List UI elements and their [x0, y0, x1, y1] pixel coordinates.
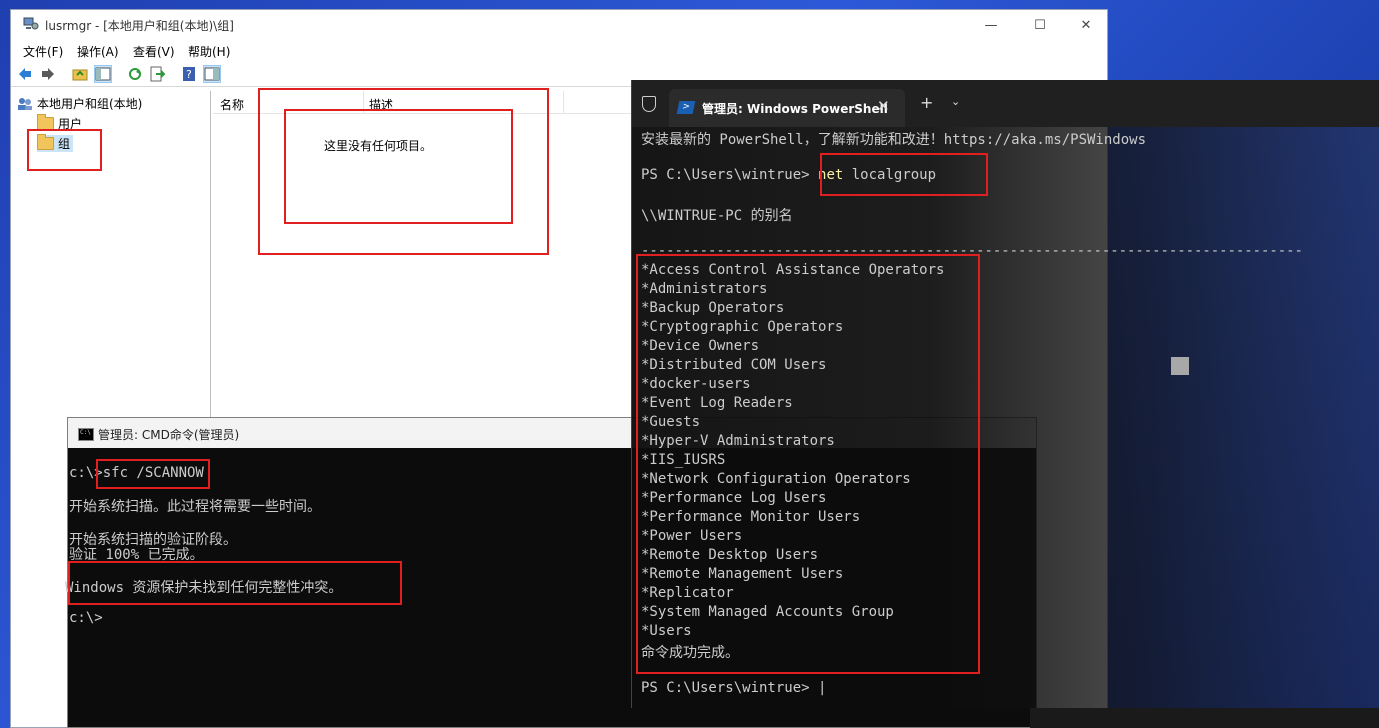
tab-close-icon[interactable]: ✕ — [877, 97, 890, 115]
ps-prompt: PS C:\Users\wintrue> — [641, 167, 810, 183]
ps-group-item: *System Managed Accounts Group — [641, 604, 894, 620]
column-header: 名称 描述 — [213, 91, 633, 114]
powershell-icon: > — [676, 101, 696, 114]
ps-group-item: *Replicator — [641, 585, 734, 601]
tab-powershell[interactable]: > 管理员: Windows PowerShell ✕ — [669, 89, 905, 127]
close-button[interactable]: ✕ — [1063, 10, 1109, 40]
ps-group-item: *Cryptographic Operators — [641, 319, 844, 335]
ps-group-item: *Remote Desktop Users — [641, 547, 819, 563]
cmd-prompt: c:\> — [69, 465, 103, 481]
ps-group-item: *Power Users — [641, 528, 743, 544]
admin-shield-icon — [642, 96, 656, 112]
ps-group-item: *Guests — [641, 414, 701, 430]
folder-icon — [37, 134, 54, 150]
cmd-output-line: 开始系统扫描。此过程将需要一些时间。 — [69, 499, 321, 515]
tree-item-groups[interactable]: 组 — [37, 134, 74, 152]
ps-group-item: *docker-users — [641, 376, 751, 392]
ps-group-item: *Backup Operators — [641, 300, 785, 316]
ps-group-item: *Distributed COM Users — [641, 357, 827, 373]
refresh-icon[interactable] — [127, 66, 143, 82]
ps-group-item: *Remote Management Users — [641, 566, 844, 582]
menu-view[interactable]: 查看(V) — [133, 43, 175, 60]
menu-action[interactable]: 操作(A) — [77, 43, 119, 60]
ps-command-word: net — [818, 167, 844, 183]
tree-item-label: 组 — [58, 137, 71, 151]
gray-square — [1171, 357, 1189, 375]
empty-message: 这里没有任何项目。 — [323, 139, 432, 153]
menu-file[interactable]: 文件(F) — [23, 43, 63, 60]
terminal-tabbar[interactable]: > 管理员: Windows PowerShell ✕ + ⌄ — [632, 80, 1379, 127]
ps-group-item: *Hyper-V Administrators — [641, 433, 835, 449]
cmd-title: 管理员: CMD命令(管理员) — [98, 428, 240, 442]
users-groups-icon — [18, 97, 32, 110]
ps-group-item: *Access Control Assistance Operators — [641, 262, 945, 278]
ps-group-item: *Performance Monitor Users — [641, 509, 861, 525]
result-pane: 名称 描述 这里没有任何项目。 — [213, 91, 633, 431]
column-divider[interactable] — [363, 91, 364, 113]
ps-alias-header: \\WINTRUE-PC 的别名 — [641, 208, 793, 224]
ps-success-line: 命令成功完成。 — [641, 645, 739, 661]
ps-group-item: *Network Configuration Operators — [641, 471, 911, 487]
cmd-icon — [78, 428, 94, 441]
column-name[interactable]: 名称 — [220, 96, 244, 113]
cmd-output-line: 验证 100% 已完成。 — [69, 547, 204, 563]
column-description[interactable]: 描述 — [369, 96, 393, 113]
ps-group-item: *Event Log Readers — [641, 395, 793, 411]
back-arrow-icon[interactable] — [17, 66, 33, 82]
forward-arrow-icon[interactable] — [40, 66, 56, 82]
folder-icon — [37, 114, 54, 130]
ps-group-item: *Administrators — [641, 281, 768, 297]
ps-command-arg: localgroup — [851, 167, 937, 183]
ps-group-item: *Device Owners — [641, 338, 760, 354]
powershell-console[interactable]: 安装最新的 PowerShell，了解新功能和改进！https://aka.ms… — [632, 127, 1379, 708]
help-icon[interactable]: ? — [181, 66, 197, 82]
ps-banner: 安装最新的 PowerShell，了解新功能和改进！https://aka.ms… — [641, 132, 1147, 148]
maximize-button[interactable]: ☐ — [1017, 10, 1063, 40]
cmd-prompt: c:\> — [69, 610, 103, 626]
window-title: lusrmgr - [本地用户和组(本地)\组] — [45, 19, 234, 33]
ps-group-item: *IIS_IUSRS — [641, 452, 726, 468]
ps-prompt: PS C:\Users\wintrue> — [641, 680, 810, 696]
column-divider[interactable] — [563, 91, 564, 113]
tree-root[interactable]: 本地用户和组(本地) — [17, 95, 142, 112]
export-list-icon[interactable] — [149, 66, 165, 82]
lusrmgr-titlebar[interactable]: lusrmgr - [本地用户和组(本地)\组] — ☐ ✕ — [11, 10, 1107, 40]
taskbar-strip — [1030, 708, 1379, 728]
menu-help[interactable]: 帮助(H) — [188, 43, 230, 60]
tree-item-users[interactable]: 用户 — [37, 114, 83, 132]
text-cursor: | — [818, 680, 827, 696]
chevron-down-icon[interactable]: ⌄ — [951, 95, 960, 108]
minimize-button[interactable]: — — [968, 10, 1014, 40]
ps-group-item: *Users — [641, 623, 692, 639]
ps-separator: ----------------------------------------… — [641, 243, 1303, 259]
tab-title: 管理员: Windows PowerShell — [702, 102, 888, 116]
menu-bar: 文件(F) 操作(A) 查看(V) 帮助(H) — [11, 40, 1107, 62]
cmd-command: sfc /SCANNOW — [102, 465, 204, 481]
tree-root-label: 本地用户和组(本地) — [37, 97, 143, 111]
cmd-output-line: Windows 资源保护未找到任何完整性冲突。 — [65, 580, 343, 596]
svg-text:?: ? — [186, 68, 192, 81]
new-tab-button[interactable]: + — [920, 93, 933, 112]
computer-management-icon — [23, 17, 39, 30]
show-hide-tree-icon[interactable] — [94, 65, 112, 83]
ps-group-item: *Performance Log Users — [641, 490, 827, 506]
tree-item-label: 用户 — [58, 117, 83, 131]
properties-pane-icon[interactable] — [203, 65, 221, 83]
up-folder-icon[interactable] — [72, 66, 88, 82]
powershell-window: > 管理员: Windows PowerShell ✕ + ⌄ 安装最新的 Po… — [631, 80, 1379, 708]
